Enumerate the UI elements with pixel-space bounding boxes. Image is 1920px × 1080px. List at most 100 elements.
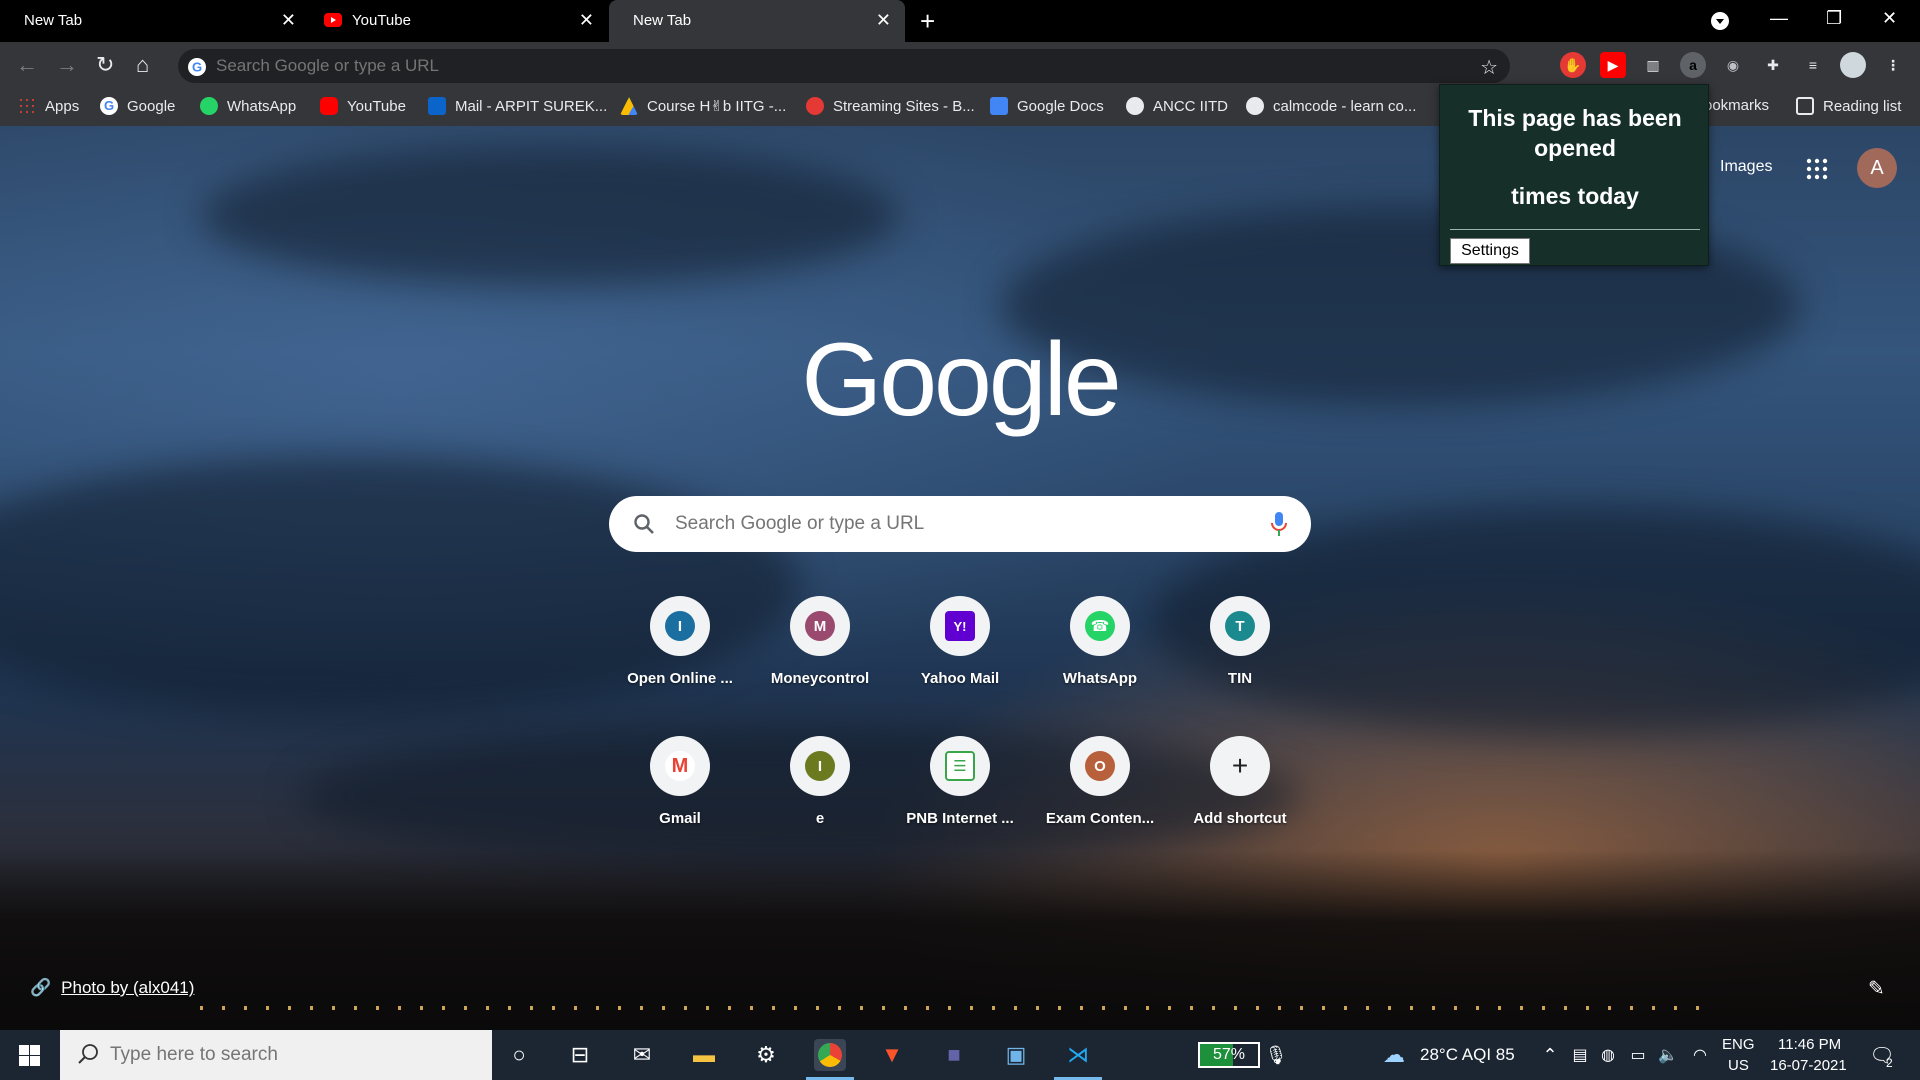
shortcut-letter-icon: M (805, 611, 835, 641)
weather-cloud-icon[interactable]: ☁ (1378, 1039, 1410, 1071)
link-icon: 🔗 (30, 978, 52, 997)
discord-icon[interactable]: ◍ (1592, 1039, 1624, 1071)
language-code[interactable]: ENG (1722, 1036, 1755, 1053)
popup-message-line1: This page has been (1468, 105, 1682, 131)
tab-close-icon[interactable]: ✕ (281, 10, 296, 31)
youtube-extension-icon[interactable]: ▶ (1600, 52, 1626, 78)
tab-close-icon[interactable]: ✕ (876, 10, 891, 31)
chrome-icon[interactable] (814, 1039, 846, 1071)
notification-center-icon[interactable]: 🗨 (1866, 1039, 1898, 1071)
vscode-icon[interactable]: ⋊ (1062, 1039, 1094, 1071)
adblock-extension-icon[interactable]: ✋ (1560, 52, 1586, 78)
home-icon[interactable]: ⌂ (136, 52, 149, 78)
new-tab-button[interactable]: + (920, 6, 935, 37)
tab-youtube[interactable]: YouTube ✕ (310, 0, 608, 42)
tab-new-tab-active[interactable]: New Tab ✕ (609, 0, 905, 42)
search-icon (634, 514, 654, 534)
windows-taskbar: ○ ⊟ ✉ ▬ ⚙ ▼ ■ ▣ ⋊ 57% 🎙 ☁ 28°C AQI 85 ⌃ … (0, 1030, 1920, 1080)
clock-time[interactable]: 11:46 PM (1778, 1036, 1841, 1053)
minimize-icon[interactable]: — (1770, 8, 1788, 29)
popup-settings-button[interactable]: Settings (1450, 238, 1530, 264)
images-link[interactable]: Images (1720, 158, 1772, 176)
account-avatar[interactable]: A (1857, 148, 1897, 188)
shortcut-moneycontrol[interactable]: M Moneycontrol (750, 596, 890, 706)
tab-close-icon[interactable]: ✕ (579, 10, 594, 31)
shortcut-yahoo-mail[interactable]: Y! Yahoo Mail (890, 596, 1030, 706)
close-window-icon[interactable]: ✕ (1882, 8, 1897, 29)
photo-credit[interactable]: 🔗 Photo by (alx041) (30, 978, 194, 998)
amazon-extension-icon[interactable]: a (1680, 52, 1706, 78)
omnibox-input[interactable] (216, 49, 1416, 83)
file-explorer-icon[interactable]: ▬ (688, 1039, 720, 1071)
task-view-icon[interactable]: ⊟ (564, 1039, 596, 1071)
brave-icon[interactable]: ▼ (876, 1039, 908, 1071)
shortcut-tin[interactable]: T TIN (1170, 596, 1310, 706)
restore-icon[interactable]: ❐ (1826, 8, 1842, 29)
photo-credit-link[interactable]: Photo by (alx041) (61, 978, 194, 998)
wifi-icon[interactable]: ◠ (1684, 1039, 1716, 1071)
battery-percentage[interactable]: 57% (1198, 1042, 1260, 1068)
shortcut-open-online[interactable]: I Open Online ... (610, 596, 750, 706)
counter-extension-icon[interactable]: ◉ (1720, 52, 1746, 78)
shortcut-e[interactable]: I e (750, 736, 890, 846)
tab-new-tab-1[interactable]: New Tab ✕ (0, 0, 310, 42)
bookmark-star-icon[interactable]: ☆ (1480, 55, 1498, 80)
taskbar-search-input[interactable] (110, 1030, 470, 1080)
bookmark-ancc[interactable]: ANCC IITD (1126, 97, 1228, 115)
pnb-icon: ☰ (945, 751, 975, 781)
settings-gear-icon[interactable]: ⚙ (750, 1039, 782, 1071)
shortcut-gmail[interactable]: M Gmail (610, 736, 750, 846)
bookmark-google[interactable]: G Google (100, 97, 175, 115)
back-icon[interactable]: ← (16, 52, 38, 78)
shortcut-label: Gmail (659, 810, 701, 827)
shortcut-letter-icon: O (1085, 751, 1115, 781)
tray-chevron-icon[interactable]: ⌃ (1534, 1039, 1566, 1071)
docs-icon (990, 97, 1008, 115)
ntp-search-box[interactable] (609, 496, 1311, 552)
google-apps-icon[interactable] (1806, 158, 1828, 180)
bookmark-calmcode[interactable]: calmcode - learn co... (1246, 97, 1416, 115)
profile-avatar-small[interactable] (1840, 52, 1866, 78)
cortana-icon[interactable]: ○ (503, 1039, 535, 1071)
shortcut-add[interactable]: + Add shortcut (1170, 736, 1310, 846)
bookmark-mail[interactable]: Mail - ARPIT SUREK... (428, 97, 607, 115)
bookmark-youtube[interactable]: YouTube (320, 97, 406, 115)
tab-search-icon[interactable] (1710, 11, 1730, 31)
mail-app-icon[interactable]: ✉ (626, 1039, 658, 1071)
bookmark-course-hub[interactable]: Course H✌b IITG -... (620, 97, 786, 115)
shortcut-exam-content[interactable]: O Exam Conten... (1030, 736, 1170, 846)
reader-extension-icon[interactable]: ▥ (1640, 52, 1666, 78)
bookmark-label: Apps (45, 97, 80, 115)
teams-icon[interactable]: ■ (938, 1039, 970, 1071)
voice-search-mic-icon[interactable] (1271, 511, 1287, 537)
battery-icon[interactable]: ▭ (1622, 1039, 1654, 1071)
microphone-icon[interactable]: 🎙 (1260, 1039, 1292, 1071)
shortcut-whatsapp[interactable]: ☎ WhatsApp (1030, 596, 1170, 706)
shortcut-pnb-internet[interactable]: ☰ PNB Internet ... (890, 736, 1030, 846)
ntp-search-input[interactable] (675, 496, 1235, 552)
omnibox[interactable]: G ☆ (178, 49, 1510, 83)
bookmark-whatsapp[interactable]: WhatsApp (200, 97, 296, 115)
customize-pencil-icon[interactable]: ✎ (1868, 976, 1885, 1001)
bookmark-other-bookmarks[interactable]: ookmarks (1704, 97, 1769, 114)
bookmark-apps[interactable]: Apps (18, 97, 79, 115)
bookmark-label: Streaming Sites - B... (833, 97, 975, 115)
apps-grid-icon (18, 97, 36, 115)
media-control-icon[interactable]: ≡ (1800, 52, 1826, 78)
volume-icon[interactable]: 🔈 (1652, 1039, 1684, 1071)
control-panel-icon[interactable]: ▣ (1000, 1039, 1032, 1071)
forward-icon[interactable]: → (56, 52, 78, 78)
clock-date[interactable]: 16-07-2021 (1770, 1057, 1847, 1074)
taskbar-search-box[interactable] (60, 1030, 492, 1080)
shortcut-tile: + (1210, 736, 1270, 796)
shortcut-tile: Y! (930, 596, 990, 656)
bookmark-streaming[interactable]: Streaming Sites - B... (806, 97, 975, 115)
bookmark-google-docs[interactable]: Google Docs (990, 97, 1104, 115)
weather-text[interactable]: 28°C AQI 85 (1420, 1045, 1515, 1065)
reload-icon[interactable]: ↻ (96, 52, 114, 78)
extensions-puzzle-icon[interactable]: ✚ (1760, 52, 1786, 78)
menu-kebab-icon[interactable]: ⋮ (1880, 52, 1906, 78)
bookmark-reading-list[interactable]: Reading list (1796, 97, 1901, 115)
windows-start-icon[interactable] (19, 1045, 40, 1066)
language-region[interactable]: US (1728, 1057, 1749, 1074)
